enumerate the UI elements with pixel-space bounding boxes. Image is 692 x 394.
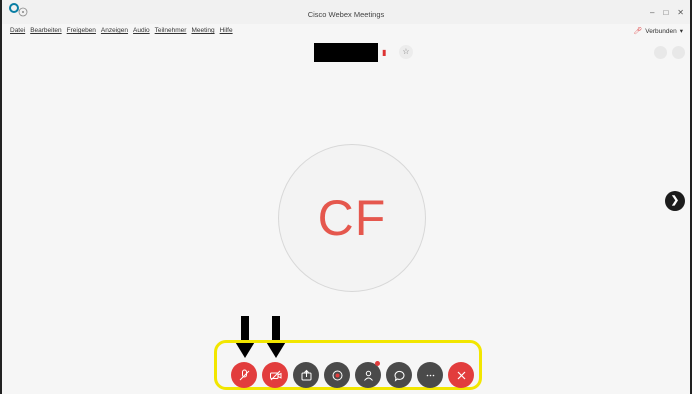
chevron-right-icon[interactable]: ❯ bbox=[665, 191, 685, 211]
microphone-muted-icon bbox=[239, 369, 249, 380]
camera-off-icon bbox=[269, 370, 281, 380]
menu-datei[interactable]: Datei bbox=[10, 27, 25, 34]
record-button[interactable] bbox=[324, 362, 350, 388]
minimize-button[interactable]: – bbox=[650, 8, 654, 17]
leave-meeting-button[interactable] bbox=[448, 362, 474, 388]
more-options-button[interactable] bbox=[417, 362, 443, 388]
menu-bar: Datei Bearbeiten Freigeben Anzeigen Audi… bbox=[10, 27, 233, 34]
menu-bearbeiten[interactable]: Bearbeiten bbox=[30, 27, 61, 34]
close-window-button[interactable]: ✕ bbox=[677, 8, 684, 17]
notification-dot bbox=[375, 361, 380, 366]
left-border bbox=[0, 0, 2, 394]
menu-audio[interactable]: Audio bbox=[133, 27, 150, 34]
more-icon bbox=[426, 374, 434, 376]
menu-teilnehmer[interactable]: Teilnehmer bbox=[155, 27, 187, 34]
info-icon[interactable] bbox=[18, 7, 28, 17]
menu-meeting[interactable]: Meeting bbox=[191, 27, 214, 34]
record-icon bbox=[332, 370, 342, 380]
share-button[interactable] bbox=[293, 362, 319, 388]
layout-icon[interactable] bbox=[654, 46, 667, 59]
redacted-participant-name bbox=[314, 43, 378, 62]
star-icon[interactable]: ☆ bbox=[399, 45, 413, 59]
window-title: Cisco Webex Meetings bbox=[307, 10, 385, 19]
maximize-button[interactable]: □ bbox=[663, 8, 668, 17]
participants-icon bbox=[363, 370, 373, 381]
popout-icon[interactable] bbox=[672, 46, 685, 59]
mute-button[interactable] bbox=[231, 362, 257, 388]
status-caret-icon: ▾ bbox=[679, 28, 683, 35]
chat-button[interactable] bbox=[386, 362, 412, 388]
mic-status-icon: 🎤︎ bbox=[633, 28, 643, 35]
window-controls: – □ ✕ bbox=[650, 8, 684, 17]
menu-anzeigen[interactable]: Anzeigen bbox=[101, 27, 128, 34]
connection-status[interactable]: 🎤︎ Verbunden ▾ bbox=[633, 27, 683, 36]
menu-freigeben[interactable]: Freigeben bbox=[67, 27, 96, 34]
chat-icon bbox=[393, 370, 404, 382]
close-icon bbox=[457, 371, 465, 379]
stop-video-button[interactable] bbox=[262, 362, 288, 388]
participant-avatar: CF bbox=[278, 144, 426, 292]
status-label: Verbunden bbox=[645, 27, 677, 35]
speaker-mic-icon: ▮ bbox=[382, 48, 387, 57]
share-icon bbox=[301, 369, 311, 380]
avatar-initials: CF bbox=[317, 190, 387, 246]
menu-hilfe[interactable]: Hilfe bbox=[220, 27, 233, 34]
title-bar: Cisco Webex Meetings – □ ✕ bbox=[2, 0, 690, 24]
